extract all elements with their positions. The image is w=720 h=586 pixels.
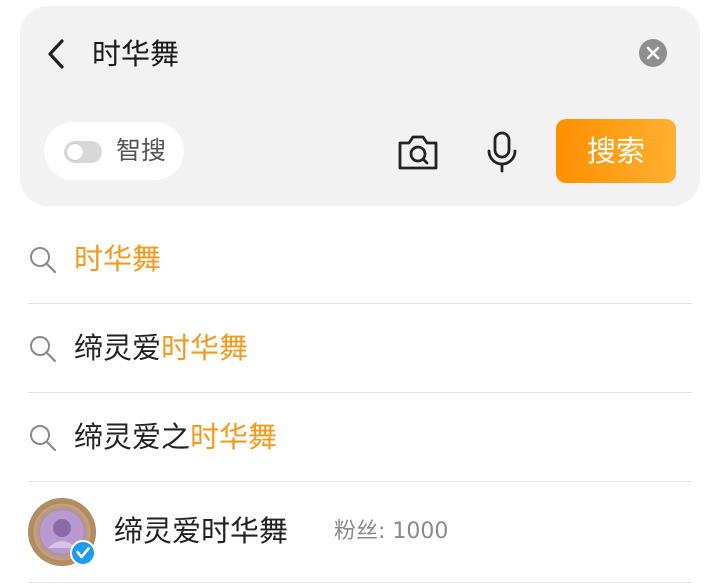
fans-label: 粉丝:: [334, 519, 386, 544]
suggestion-text: 缔灵爱之时华舞: [74, 419, 277, 455]
suggestion-prefix: 缔灵爱: [74, 331, 162, 365]
user-result-item[interactable]: 缔灵爱时华舞 粉丝: 1000: [28, 482, 692, 583]
search-icon: [30, 336, 57, 363]
suggestion-item[interactable]: 时华舞: [28, 215, 692, 304]
suggestion-text: 缔灵爱时华舞: [74, 330, 248, 366]
search-panel: 时华舞 智搜 搜索: [20, 6, 700, 206]
suggestion-item[interactable]: 缔灵爱时华舞: [28, 304, 692, 393]
suggestion-highlight: 时华舞: [190, 420, 278, 454]
search-button[interactable]: 搜索: [556, 119, 676, 183]
fans-count: 粉丝: 1000: [334, 517, 448, 547]
smart-search-label: 智搜: [116, 136, 167, 165]
suggestion-highlight: 时华舞: [74, 242, 162, 276]
suggestion-highlight: 时华舞: [161, 331, 249, 365]
search-icon: [30, 425, 57, 452]
smart-search-toggle[interactable]: 智搜: [44, 122, 184, 180]
suggestion-text: 时华舞: [74, 241, 161, 277]
search-query-input[interactable]: 时华舞: [92, 36, 179, 72]
search-icon: [30, 247, 57, 274]
microphone-icon[interactable]: [485, 130, 519, 174]
back-icon[interactable]: [42, 36, 72, 72]
fans-value: 1000: [392, 519, 449, 544]
camera-icon[interactable]: [396, 132, 440, 172]
suggestion-item[interactable]: 缔灵爱之时华舞: [28, 393, 692, 482]
user-name: 缔灵爱时华舞: [114, 514, 289, 548]
verified-icon: [70, 540, 96, 566]
toggle-switch[interactable]: [64, 141, 102, 163]
suggestion-prefix: 缔灵爱之: [74, 420, 191, 454]
toggle-knob: [67, 144, 83, 160]
clear-icon[interactable]: [638, 38, 668, 68]
